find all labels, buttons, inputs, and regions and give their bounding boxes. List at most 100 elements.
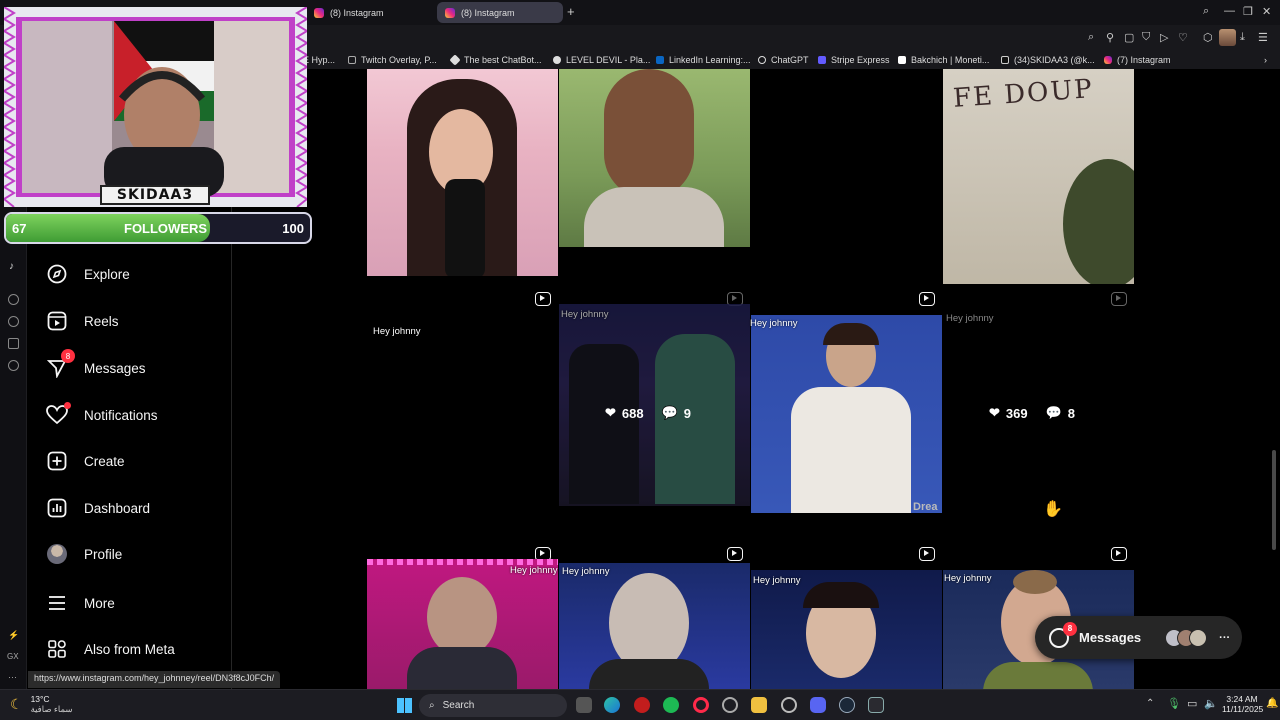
menu-icon	[46, 592, 68, 614]
comment-icon: 💬	[661, 405, 678, 420]
tab-instagram-2[interactable]: (8) Instagram	[437, 2, 563, 23]
reel-thumbnail[interactable]	[559, 69, 750, 247]
bookmark-item[interactable]: LEVEL DEVIL - Pla...	[553, 55, 650, 65]
avatar	[1189, 628, 1208, 647]
close-icon[interactable]: ✕	[1262, 5, 1271, 18]
zoom-icon[interactable]: ⌕	[1088, 31, 1094, 44]
opera-gx-icon[interactable]	[693, 697, 709, 713]
player-icon[interactable]	[8, 294, 19, 305]
play-icon[interactable]: ▷	[1160, 31, 1168, 44]
pin-icon[interactable]: ⚲	[1106, 31, 1114, 44]
plus-square-icon	[46, 450, 68, 472]
restore-icon[interactable]: ❐	[1243, 5, 1253, 18]
sidebar-item-reels[interactable]: Reels	[46, 310, 119, 332]
stripe-icon	[818, 56, 826, 64]
sidebar-item-profile[interactable]: Profile	[46, 543, 122, 565]
extensions-icon[interactable]	[8, 338, 19, 349]
followers-label: FOLLOWERS	[124, 221, 208, 236]
new-tab-icon[interactable]: +	[567, 4, 575, 19]
scrollbar[interactable]	[1272, 450, 1276, 550]
sidebar-item-more[interactable]: More	[46, 592, 115, 614]
reel-thumbnail[interactable]: FE DOUP	[943, 69, 1134, 284]
profile-avatar[interactable]	[1219, 29, 1236, 46]
sidebar-item-also-from-meta[interactable]: Also from Meta	[46, 638, 175, 660]
reel-thumbnail[interactable]	[559, 563, 750, 689]
flow-icon[interactable]: ⚡	[8, 630, 19, 641]
app-icon[interactable]	[868, 697, 884, 713]
bookmark-item[interactable]: Bakchich | Moneti...	[898, 55, 989, 65]
tab-instagram-1[interactable]: (8) Instagram	[306, 2, 434, 23]
tray-chevron-icon[interactable]: ⌃	[1146, 698, 1154, 709]
reel-stats: ❤ 369 💬 8	[989, 405, 1076, 421]
folder-icon[interactable]	[751, 697, 767, 713]
compass-icon	[46, 263, 68, 285]
history-icon[interactable]	[8, 316, 19, 327]
instagram-icon	[1104, 56, 1112, 64]
instagram-icon	[314, 7, 324, 18]
more-icon[interactable]: ···	[8, 672, 17, 682]
menu-icon[interactable]: ☰	[1258, 31, 1268, 44]
windows-start-icon[interactable]	[397, 698, 412, 713]
dashboard-icon	[46, 497, 68, 519]
bookmark-item[interactable]: E Hyp...	[303, 55, 335, 65]
weather-desc: سماء صافية	[30, 704, 73, 714]
notification-bell-icon[interactable]: 🔔	[1266, 698, 1278, 709]
reel-thumbnail[interactable]: Drea	[751, 315, 942, 513]
extensions-icon[interactable]: ⬡	[1203, 31, 1213, 44]
followers-goal: 100	[282, 221, 304, 236]
snapshot-icon[interactable]: ▢	[1124, 31, 1134, 44]
bookmark-item[interactable]: The best ChatBot...	[449, 54, 542, 66]
sidebar-item-label: Also from Meta	[84, 641, 175, 657]
search-label: Search	[442, 700, 475, 711]
bookmark-item[interactable]: (34)SKIDAA3 (@k...	[1001, 55, 1095, 65]
bookmark-item[interactable]: LinkedIn Learning:...	[656, 55, 751, 65]
bookmark-item[interactable]: Stripe Express	[818, 55, 890, 65]
network-icon[interactable]: ▭	[1187, 697, 1197, 710]
heart-icon: ❤	[989, 405, 1000, 420]
page-icon	[898, 56, 906, 64]
sidebar-item-notifications[interactable]: Notifications	[46, 402, 158, 426]
settings-icon[interactable]	[8, 360, 19, 371]
heart-icon[interactable]: ♡	[1178, 31, 1188, 44]
bookmark-item[interactable]: (7) Instagram	[1104, 55, 1171, 65]
reel-thumbnail[interactable]	[367, 69, 558, 276]
task-view-icon[interactable]	[576, 697, 592, 713]
speedometer-icon[interactable]	[722, 697, 738, 713]
search-tabs-icon[interactable]: ⌕	[1203, 5, 1209, 18]
bookmark-item[interactable]: Twitch Overlay, P...	[348, 55, 437, 65]
bookmark-item[interactable]: ChatGPT	[758, 55, 809, 65]
weather-widget[interactable]: ☾ 13°C سماء صافية	[10, 694, 73, 715]
volume-icon[interactable]: 🔈	[1204, 697, 1218, 710]
bookmarks-more-icon[interactable]: ›	[1264, 55, 1267, 65]
tiktok-icon[interactable]: ♪	[9, 261, 14, 272]
sidebar-item-label: Explore	[84, 266, 130, 282]
steam-icon[interactable]	[839, 697, 855, 713]
clock[interactable]: 3:24 AM 11/11/2025	[1222, 694, 1264, 714]
clock-date: 11/11/2025	[1222, 704, 1264, 714]
shield-icon[interactable]: ⛉	[1142, 31, 1150, 44]
spotify-icon[interactable]	[663, 697, 679, 713]
game-icon	[553, 56, 561, 64]
sidebar-item-explore[interactable]: Explore	[46, 263, 130, 285]
taskbar-search[interactable]: ⌕ Search	[419, 694, 567, 717]
moon-icon: ☾	[10, 696, 23, 712]
sidebar-item-create[interactable]: Create	[46, 450, 125, 472]
reel-caption: Hey johnny	[944, 573, 992, 584]
sidebar-item-dashboard[interactable]: Dashboard	[46, 497, 150, 519]
minimize-icon[interactable]: —	[1224, 5, 1235, 17]
edge-icon[interactable]	[604, 697, 620, 713]
reel-thumbnail[interactable]	[751, 570, 942, 689]
gx-icon[interactable]: GX	[7, 652, 19, 661]
download-icon[interactable]: ⤓	[1240, 31, 1245, 44]
status-url: https://www.instagram.com/hey_johnney/re…	[28, 671, 281, 688]
mic-icon[interactable]: 🎙	[1167, 697, 1181, 710]
messages-pill[interactable]: 8 Messages ···	[1035, 616, 1242, 659]
sidebar-item-messages[interactable]: 8 Messages	[46, 349, 146, 379]
settings-icon[interactable]	[781, 697, 797, 713]
reel-icon	[727, 547, 743, 561]
reel-thumbnail[interactable]	[367, 559, 558, 689]
discord-icon[interactable]	[810, 697, 826, 713]
app-icon[interactable]	[634, 697, 650, 713]
heart-icon: ❤	[605, 405, 616, 420]
reel-caption: Hey johnny	[561, 309, 609, 320]
